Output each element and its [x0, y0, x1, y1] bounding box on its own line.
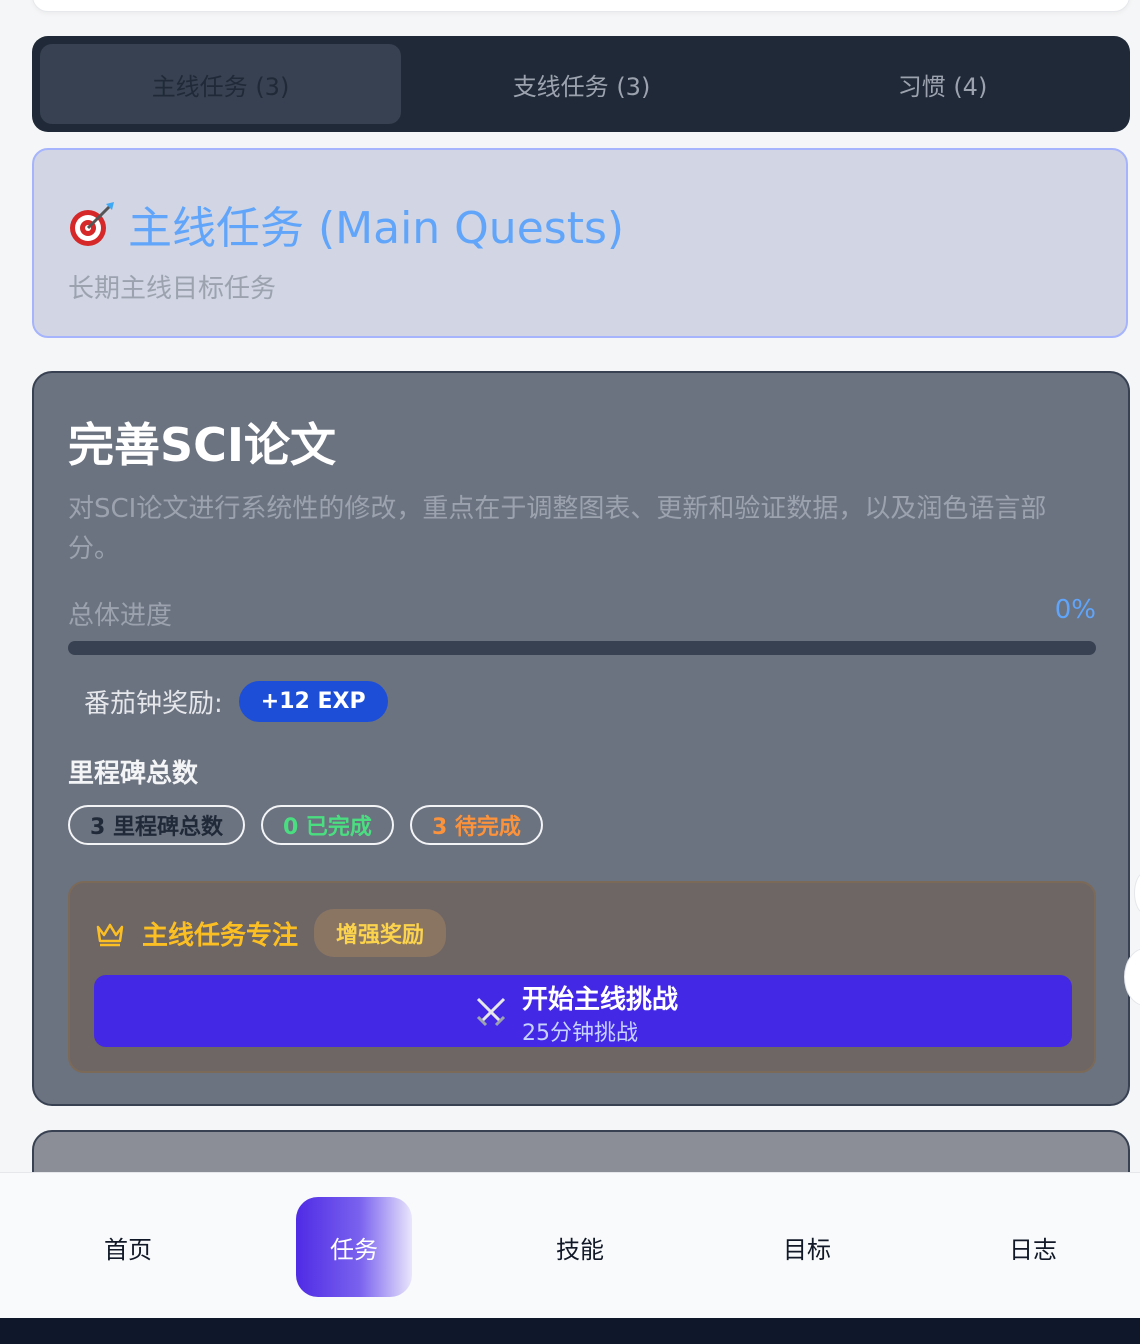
- exp-badge: +12 EXP: [238, 681, 388, 722]
- milestone-pending-chip: 3 待完成: [409, 805, 543, 845]
- section-header: 主线任务 (Main Quests) 长期主线目标任务: [32, 148, 1128, 338]
- progress-label: 总体进度: [68, 601, 173, 631]
- tab-main-quests-label: 主线任务 (3): [151, 72, 290, 101]
- nav-journal[interactable]: 日志: [975, 1197, 1091, 1297]
- milestone-done-chip: 0 已完成: [260, 805, 394, 845]
- section-title-row: 主线任务 (Main Quests): [66, 192, 624, 256]
- quest-card: 完善SCI论文 对SCI论文进行系统性的修改，重点在于调整图表、更新和验证数据，…: [32, 371, 1130, 1106]
- swords-icon: [476, 997, 506, 1027]
- section-subtitle: 长期主线目标任务: [68, 274, 277, 304]
- progress-bar: [68, 641, 1096, 655]
- nav-tasks[interactable]: 任务: [296, 1197, 412, 1297]
- quest-tabs: 主线任务 (3) 支线任务 (3) 习惯 (4): [32, 36, 1130, 132]
- focus-title: 主线任务专注: [142, 920, 299, 951]
- system-bar: [0, 1318, 1140, 1344]
- side-handle[interactable]: [1134, 872, 1140, 914]
- page: 主线任务 (3) 支线任务 (3) 习惯 (4) 主线任务 (Main Ques…: [0, 0, 1140, 1344]
- nav-goals[interactable]: 目标: [749, 1197, 865, 1297]
- nav-journal-label: 日志: [1009, 1235, 1057, 1264]
- focus-header: 主线任务专注 增强奖励: [94, 909, 447, 957]
- start-button-label: 开始主线挑战: [522, 985, 679, 1015]
- quest-title: 完善SCI论文: [68, 418, 337, 472]
- nav-goals-label: 目标: [783, 1235, 831, 1264]
- section-title: 主线任务 (Main Quests): [128, 203, 625, 254]
- nav-home[interactable]: 首页: [70, 1197, 186, 1297]
- reward-label: 番茄钟奖励:: [84, 689, 223, 719]
- progress-value: 0%: [1054, 595, 1096, 625]
- target-icon: [70, 202, 114, 246]
- crown-icon: [96, 923, 124, 947]
- nav-home-label: 首页: [104, 1235, 152, 1264]
- boost-badge: 增强奖励: [314, 909, 447, 957]
- tab-habits-label: 习惯 (4): [897, 72, 988, 101]
- tab-side-quests-label: 支线任务 (3): [512, 72, 651, 101]
- nav-skills[interactable]: 技能: [522, 1197, 638, 1297]
- tab-main-quests[interactable]: 主线任务 (3): [40, 44, 401, 124]
- reward-row: 番茄钟奖励: +12 EXP: [84, 681, 388, 722]
- start-button-sublabel: 25分钟挑战: [522, 1021, 638, 1046]
- previous-card-edge: [32, 0, 1130, 12]
- tab-habits[interactable]: 习惯 (4): [762, 44, 1123, 124]
- nav-skills-label: 技能: [556, 1235, 604, 1264]
- start-main-challenge-button[interactable]: 开始主线挑战 25分钟挑战: [94, 975, 1072, 1047]
- nav-tasks-label: 任务: [330, 1235, 378, 1264]
- milestone-heading: 里程碑总数: [68, 759, 199, 789]
- milestone-chips: 3 里程碑总数 0 已完成 3 待完成: [68, 805, 543, 845]
- quest-description: 对SCI论文进行系统性的修改，重点在于调整图表、更新和验证数据，以及润色语言部分…: [68, 494, 1047, 564]
- tab-side-quests[interactable]: 支线任务 (3): [401, 44, 762, 124]
- milestone-total-chip: 3 里程碑总数: [68, 805, 245, 845]
- focus-panel: 主线任务专注 增强奖励 开始主线挑战 25分钟挑战: [68, 881, 1096, 1073]
- bottom-nav: 首页 任务 技能 目标 日志: [0, 1172, 1140, 1319]
